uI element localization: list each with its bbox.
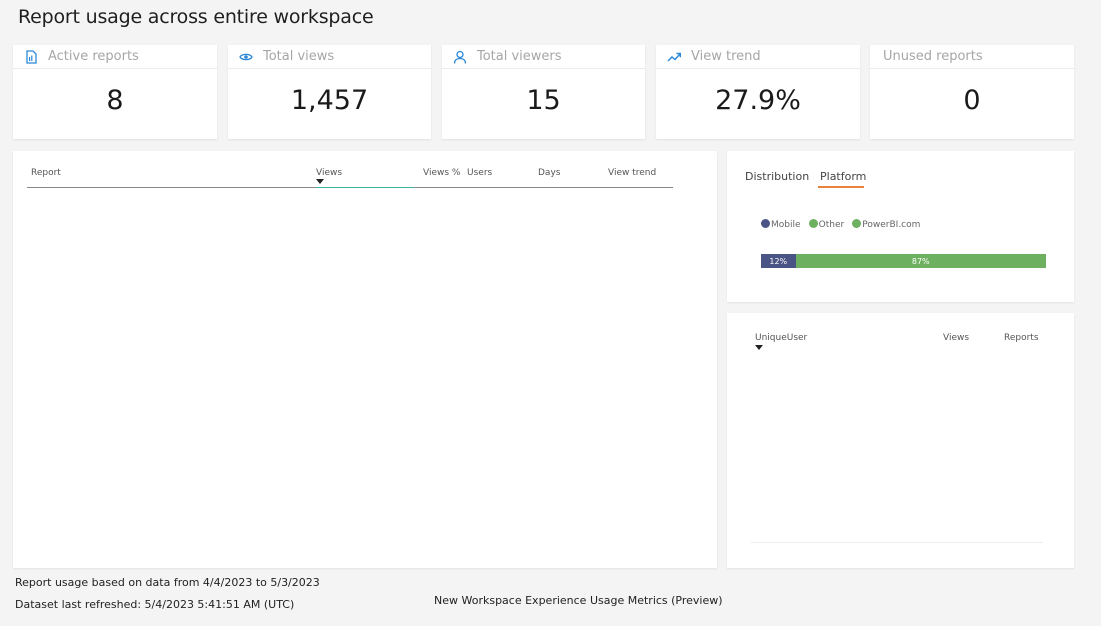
sort-descending-icon[interactable]	[316, 179, 324, 184]
kpi-label: Unused reports	[883, 49, 983, 64]
eye-icon	[238, 49, 254, 65]
kpi-label: Total views	[263, 49, 335, 64]
column-header-users[interactable]: Users	[467, 168, 492, 178]
kpi-card-total-views: Total views 1,457	[228, 45, 431, 139]
platform-distribution-card: Distribution Platform Mobile Other Power…	[727, 151, 1074, 302]
kpi-card-view-trend: View trend 27.9%	[656, 45, 860, 139]
legend-dot-icon	[808, 219, 818, 228]
kpi-value: 15	[526, 85, 561, 116]
page-title: Report usage across entire workspace	[18, 6, 374, 28]
tab-platform[interactable]: Platform	[820, 170, 866, 183]
column-header-views[interactable]: Views	[943, 333, 969, 343]
tab-distribution[interactable]: Distribution	[745, 170, 809, 183]
legend-label: Mobile	[771, 220, 801, 230]
legend-item-powerbi[interactable]: PowerBI.com	[852, 219, 921, 230]
legend-item-other[interactable]: Other	[808, 219, 845, 230]
column-header-report[interactable]: Report	[31, 168, 61, 178]
column-header-views[interactable]: Views	[316, 168, 342, 178]
platform-stacked-bar: 12% 87%	[761, 254, 1046, 268]
kpi-header: Total views	[228, 45, 431, 69]
kpi-value: 0	[963, 85, 981, 116]
kpi-label: Active reports	[48, 49, 139, 64]
sort-descending-icon[interactable]	[755, 345, 763, 350]
kpi-label: View trend	[691, 49, 761, 64]
trend-up-icon	[666, 49, 682, 65]
active-tab-underline	[818, 186, 864, 188]
kpi-value: 1,457	[290, 85, 369, 116]
report-icon	[23, 49, 39, 65]
legend-label: PowerBI.com	[862, 220, 921, 230]
column-header-days[interactable]: Days	[538, 168, 560, 178]
kpi-header: Total viewers	[442, 45, 645, 69]
chart-legend: Mobile Other PowerBI.com	[761, 212, 923, 231]
sort-column-underline	[316, 187, 414, 188]
table-bottom-divider	[751, 542, 1043, 543]
kpi-header: View trend	[656, 45, 860, 69]
kpi-header: Active reports	[13, 45, 217, 69]
column-header-reports[interactable]: Reports	[1004, 333, 1039, 343]
last-refreshed-text: Dataset last refreshed: 5/4/2023 5:41:51…	[15, 598, 295, 611]
bar-segment-label: 87%	[911, 256, 930, 266]
column-header-unique-user[interactable]: UniqueUser	[755, 333, 807, 343]
unique-user-table: UniqueUser Views Reports	[727, 313, 1074, 568]
kpi-value: 8	[106, 85, 124, 116]
bar-segment-other[interactable]: 87%	[795, 254, 1046, 268]
legend-dot-icon	[852, 219, 862, 228]
date-range-text: Report usage based on data from 4/4/2023…	[15, 576, 320, 589]
column-header-view-trend[interactable]: View trend	[608, 168, 656, 178]
kpi-card-total-viewers: Total viewers 15	[442, 45, 645, 139]
legend-dot-icon	[761, 219, 770, 228]
kpi-card-unused-reports: Unused reports 0	[870, 45, 1074, 139]
kpi-header: Unused reports	[870, 45, 1074, 69]
column-header-views-percent[interactable]: Views %	[423, 168, 460, 178]
product-name-text: New Workspace Experience Usage Metrics (…	[434, 594, 723, 607]
legend-item-mobile[interactable]: Mobile	[761, 219, 801, 230]
kpi-card-active-reports: Active reports 8	[13, 45, 217, 139]
bar-segment-label: 12%	[769, 256, 788, 266]
kpi-value: 27.9%	[715, 85, 801, 116]
legend-label: Other	[818, 220, 845, 230]
report-table: Report Views Views % Users Days View tre…	[13, 151, 717, 568]
person-icon	[452, 49, 468, 65]
bar-segment-mobile[interactable]: 12%	[761, 254, 796, 268]
kpi-label: Total viewers	[477, 49, 562, 64]
